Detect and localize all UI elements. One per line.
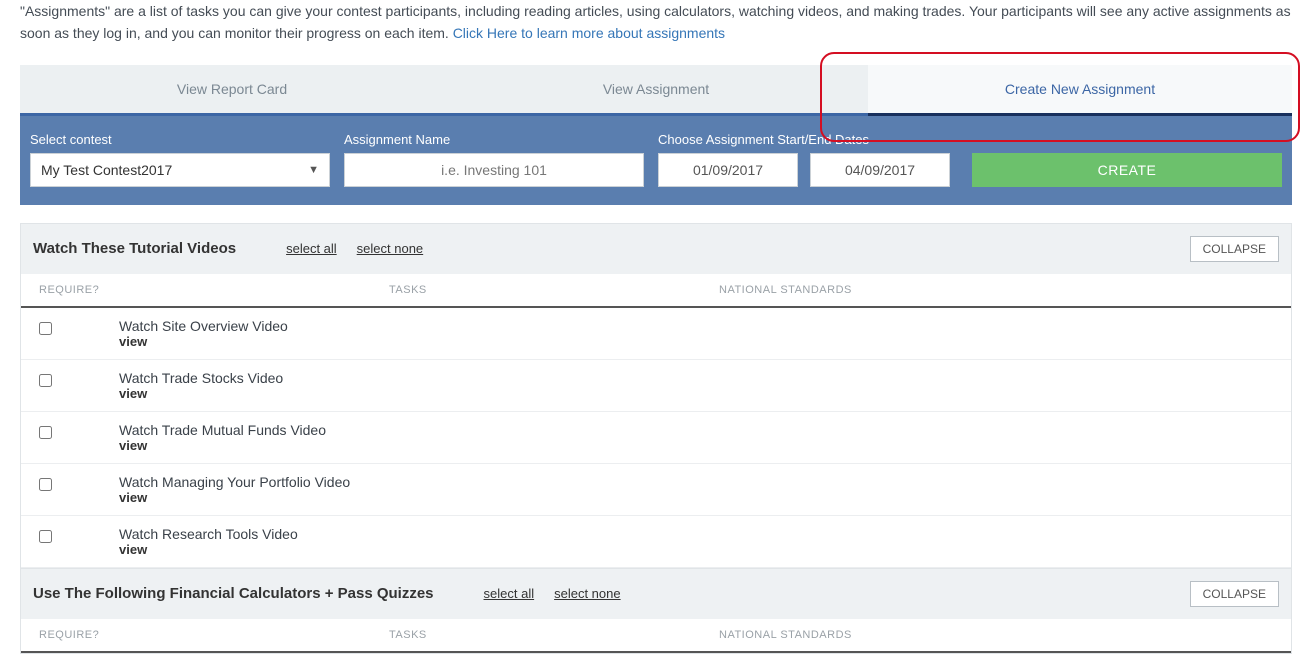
assignment-name-input[interactable] xyxy=(344,153,644,187)
col-standards: NATIONAL STANDARDS xyxy=(719,284,1273,296)
task-view-link[interactable]: view xyxy=(119,438,1273,453)
task-view-link[interactable]: view xyxy=(119,386,1273,401)
task-row: Watch Managing Your Portfolio Video view xyxy=(21,464,1291,516)
end-date-input[interactable] xyxy=(810,153,950,187)
col-standards: NATIONAL STANDARDS xyxy=(719,629,1273,641)
section-calculators: Use The Following Financial Calculators … xyxy=(20,569,1292,654)
section1-select-all[interactable]: select all xyxy=(286,241,337,256)
chevron-down-icon: ▼ xyxy=(308,164,319,176)
task-checkbox[interactable] xyxy=(39,478,52,491)
contest-label: Select contest xyxy=(30,132,330,147)
task-row: Watch Trade Mutual Funds Video view xyxy=(21,412,1291,464)
create-button[interactable]: CREATE xyxy=(972,153,1282,187)
section1-title: Watch These Tutorial Videos xyxy=(33,240,236,257)
task-view-link[interactable]: view xyxy=(119,490,1273,505)
section-tutorial-videos: Watch These Tutorial Videos select all s… xyxy=(20,223,1292,569)
dates-label: Choose Assignment Start/End Dates xyxy=(658,132,958,147)
section1-collapse-button[interactable]: COLLAPSE xyxy=(1190,236,1279,262)
task-checkbox[interactable] xyxy=(39,426,52,439)
tab-view-assignment[interactable]: View Assignment xyxy=(444,65,868,113)
col-require: REQUIRE? xyxy=(39,284,389,296)
task-row: Watch Trade Stocks Video view xyxy=(21,360,1291,412)
tab-create-new-assignment[interactable]: Create New Assignment xyxy=(868,65,1292,116)
tab-view-report-card[interactable]: View Report Card xyxy=(20,65,444,113)
task-name: Watch Trade Mutual Funds Video xyxy=(119,422,1273,438)
task-checkbox[interactable] xyxy=(39,374,52,387)
intro-text: "Assignments" are a list of tasks you ca… xyxy=(20,0,1292,45)
start-date-input[interactable] xyxy=(658,153,798,187)
task-row: Watch Site Overview Video view xyxy=(21,308,1291,360)
section2-select-none[interactable]: select none xyxy=(554,586,621,601)
learn-more-link[interactable]: Click Here to learn more about assignmen… xyxy=(453,25,725,41)
task-row: Watch Research Tools Video view xyxy=(21,516,1291,568)
task-name: Watch Site Overview Video xyxy=(119,318,1273,334)
task-view-link[interactable]: view xyxy=(119,542,1273,557)
task-name: Watch Research Tools Video xyxy=(119,526,1273,542)
section2-select-all[interactable]: select all xyxy=(484,586,535,601)
task-checkbox[interactable] xyxy=(39,322,52,335)
assignment-name-label: Assignment Name xyxy=(344,132,644,147)
tabs-bar: View Report Card View Assignment Create … xyxy=(20,65,1292,116)
task-name: Watch Trade Stocks Video xyxy=(119,370,1273,386)
section2-collapse-button[interactable]: COLLAPSE xyxy=(1190,581,1279,607)
section1-select-none[interactable]: select none xyxy=(357,241,424,256)
col-tasks: TASKS xyxy=(389,629,719,641)
col-require: REQUIRE? xyxy=(39,629,389,641)
section2-title: Use The Following Financial Calculators … xyxy=(33,585,434,602)
contest-selected-value: My Test Contest2017 xyxy=(41,162,172,178)
task-checkbox[interactable] xyxy=(39,530,52,543)
create-form-bar: Select contest My Test Contest2017 ▼ Ass… xyxy=(20,116,1292,205)
task-name: Watch Managing Your Portfolio Video xyxy=(119,474,1273,490)
task-view-link[interactable]: view xyxy=(119,334,1273,349)
col-tasks: TASKS xyxy=(389,284,719,296)
contest-select[interactable]: My Test Contest2017 ▼ xyxy=(30,153,330,187)
